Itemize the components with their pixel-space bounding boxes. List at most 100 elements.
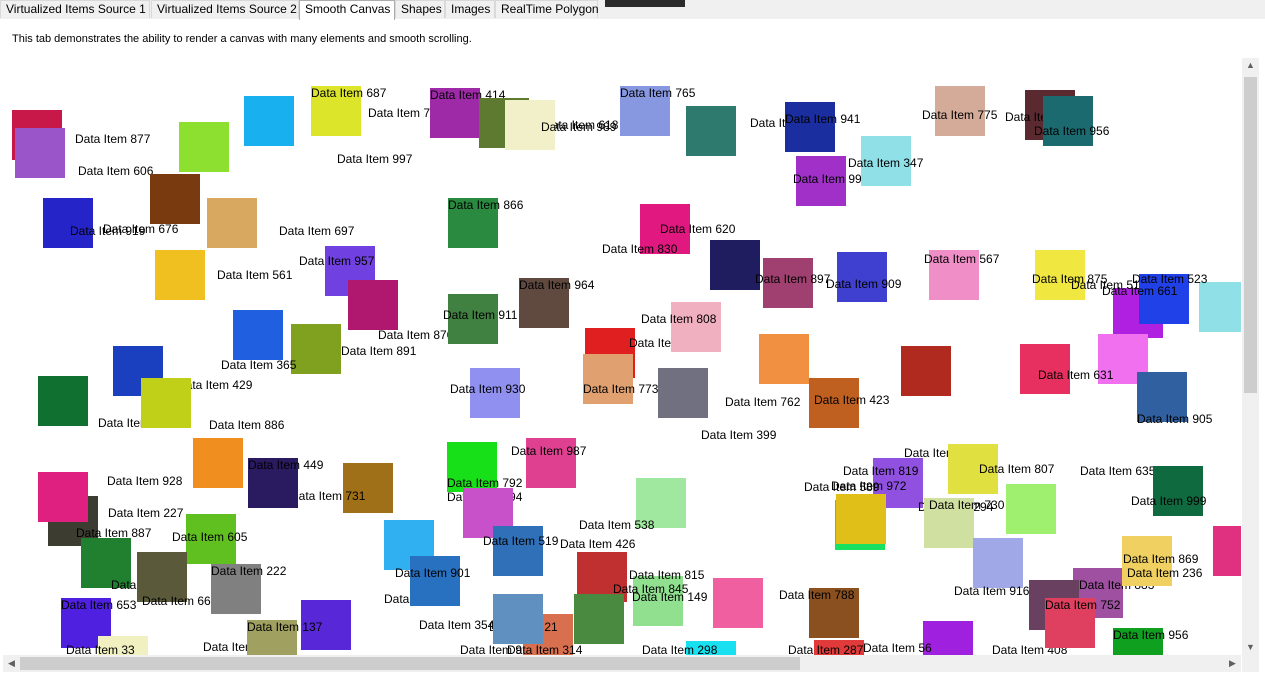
canvas-item-label: Data Item 762 — [725, 395, 801, 409]
canvas-item-label: Data Item 561 — [217, 268, 293, 282]
canvas-item-square[interactable] — [244, 96, 294, 146]
canvas-item-label: Data Item 911 — [443, 308, 518, 322]
canvas-item-square[interactable] — [973, 538, 1023, 588]
canvas-item-label: Data Item 667 — [142, 594, 218, 608]
canvas-item-label: Data Item 987 — [511, 444, 587, 458]
canvas-item-square[interactable] — [150, 174, 200, 224]
canvas-item-label: Data Item 928 — [107, 474, 183, 488]
canvas-item-square[interactable] — [583, 354, 633, 404]
canvas-item-label: Data Item 149 — [632, 590, 708, 604]
canvas-item-square[interactable] — [15, 128, 65, 178]
canvas-item-square[interactable] — [343, 463, 393, 513]
scrollbar-corner — [1242, 655, 1259, 672]
canvas-item-label: Data Item 399 — [701, 428, 777, 442]
canvas-item-label: Data Item 891 — [341, 344, 417, 358]
canvas-item-label: Data Item 964 — [519, 278, 595, 292]
scroll-right-arrow-icon[interactable]: ▶ — [1224, 658, 1241, 669]
canvas-item-label: Data Item 869 — [1123, 552, 1199, 566]
canvas-item-square[interactable] — [759, 334, 809, 384]
canvas-item-square[interactable] — [671, 302, 721, 352]
canvas-item-label: Data Item 731 — [290, 489, 366, 503]
canvas-item-square[interactable] — [1213, 526, 1241, 576]
canvas-item-square[interactable] — [207, 198, 257, 248]
canvas-item-label: Data Item 765 — [620, 86, 696, 100]
canvas-item-label: Data Item 687 — [311, 86, 387, 100]
horizontal-scrollbar[interactable]: ◀ ▶ — [3, 655, 1241, 672]
canvas-item-square[interactable] — [233, 310, 283, 360]
canvas-item-label: Data Item 909 — [826, 277, 902, 291]
canvas-item-label: Data Item 236 — [1127, 566, 1203, 580]
canvas-item-square[interactable] — [901, 346, 951, 396]
canvas-item-square[interactable] — [658, 368, 708, 418]
canvas-item-square[interactable] — [38, 376, 88, 426]
canvas-item-label: Data Item 792 — [447, 476, 523, 490]
scroll-left-arrow-icon[interactable]: ◀ — [3, 658, 20, 669]
canvas-item-label: Data Item 752 — [1045, 598, 1121, 612]
scroll-up-arrow-icon[interactable]: ▲ — [1242, 60, 1259, 70]
canvas-item-square[interactable] — [1006, 484, 1056, 534]
canvas-item-square[interactable] — [38, 472, 88, 522]
canvas-item-label: Data Item 775 — [922, 108, 998, 122]
canvas-item-label: Data Item 916 — [954, 584, 1030, 598]
canvas-item-label: Data Item 33 — [66, 643, 135, 655]
canvas-item-label: Data Item 620 — [660, 222, 736, 236]
canvas-item-square[interactable] — [1153, 466, 1203, 516]
canvas-item-label: Data Item 635 — [1080, 464, 1156, 478]
canvas-item-label: Data Item 697 — [279, 224, 355, 238]
canvas-item-label: Data Item 897 — [755, 272, 831, 286]
canvas-item-square[interactable] — [686, 106, 736, 156]
canvas-item-label: Data Item 347 — [848, 156, 924, 170]
vertical-scroll-thumb[interactable] — [1244, 77, 1257, 393]
canvas-item-square[interactable] — [493, 594, 543, 644]
tab-images[interactable]: Images — [445, 0, 495, 18]
smooth-canvas-page: This tab demonstrates the ability to ren… — [0, 19, 1265, 678]
canvas-item-square[interactable] — [710, 240, 760, 290]
canvas-item-label: Data Item 870 — [378, 328, 454, 342]
canvas-item-label: Data Item 866 — [448, 198, 524, 212]
canvas-item-square[interactable] — [141, 378, 191, 428]
canvas-item-label: Data Item 523 — [1132, 272, 1208, 286]
canvas-item-square[interactable] — [291, 324, 341, 374]
tab-virtualized-items-source-2[interactable]: Virtualized Items Source 2 — [151, 0, 299, 18]
canvas-item-square[interactable] — [179, 122, 229, 172]
canvas-item-square[interactable] — [410, 556, 460, 606]
canvas-item-label: Data Item 957 — [299, 254, 375, 268]
canvas-item-label: Data Item 365 — [221, 358, 297, 372]
canvas-item-label: Data Item 808 — [641, 312, 717, 326]
canvas-item-square[interactable] — [155, 250, 205, 300]
canvas-item-square[interactable] — [1043, 96, 1093, 146]
canvas-item-square[interactable] — [43, 198, 93, 248]
canvas-item-label: Data Item 930 — [450, 382, 526, 396]
canvas-item-label: Data Item 788 — [779, 588, 855, 602]
canvas-item-label: Data Item 999 — [1131, 494, 1207, 508]
smooth-canvas[interactable]: Data Item 877 Data Item 606 Data Item 782 D… — [3, 58, 1241, 655]
canvas-item-square[interactable] — [574, 594, 624, 644]
description-text: This tab demonstrates the ability to ren… — [12, 33, 472, 45]
canvas-item-label: Data Item 972 — [831, 479, 907, 493]
tab-realtime-polygon[interactable]: RealTime Polygon — [495, 0, 599, 18]
canvas-item-square[interactable] — [836, 494, 886, 544]
canvas-item-label: Data Item 919 — [70, 224, 146, 238]
tab-strip: Virtualized Items Source 1 Virtualized I… — [0, 0, 1265, 20]
tab-virtualized-items-source-1[interactable]: Virtualized Items Source 1 — [0, 0, 150, 18]
canvas-item-label: Data Item 567 — [924, 252, 1000, 266]
scroll-down-arrow-icon[interactable]: ▼ — [1242, 642, 1259, 652]
canvas-item-label: Data Item 905 — [1137, 412, 1213, 426]
canvas-item-label: Data Item 819 — [843, 464, 919, 478]
canvas-item-square[interactable] — [348, 280, 398, 330]
canvas-item-label: Data Item 997 — [337, 152, 413, 166]
canvas-item-label: Data Item 901 — [395, 566, 471, 580]
canvas-item-label: Data Item 538 — [579, 518, 655, 532]
canvas-item-label: Data Item 354 — [419, 618, 495, 632]
horizontal-scroll-thumb[interactable] — [20, 657, 800, 670]
tab-shapes[interactable]: Shapes — [395, 0, 445, 18]
canvas-item-square[interactable] — [785, 102, 835, 152]
canvas-item-label: Data Item 653 — [61, 598, 137, 612]
canvas-item-square[interactable] — [713, 578, 763, 628]
canvas-item-label: Data Item 661 — [1102, 284, 1178, 298]
tab-smooth-canvas[interactable]: Smooth Canvas — [299, 0, 395, 20]
canvas-item-label: Data Item 314 — [507, 643, 583, 655]
canvas-item-square[interactable] — [1199, 282, 1241, 332]
canvas-item-square[interactable] — [193, 438, 243, 488]
vertical-scrollbar[interactable]: ▲ ▼ — [1242, 58, 1259, 655]
